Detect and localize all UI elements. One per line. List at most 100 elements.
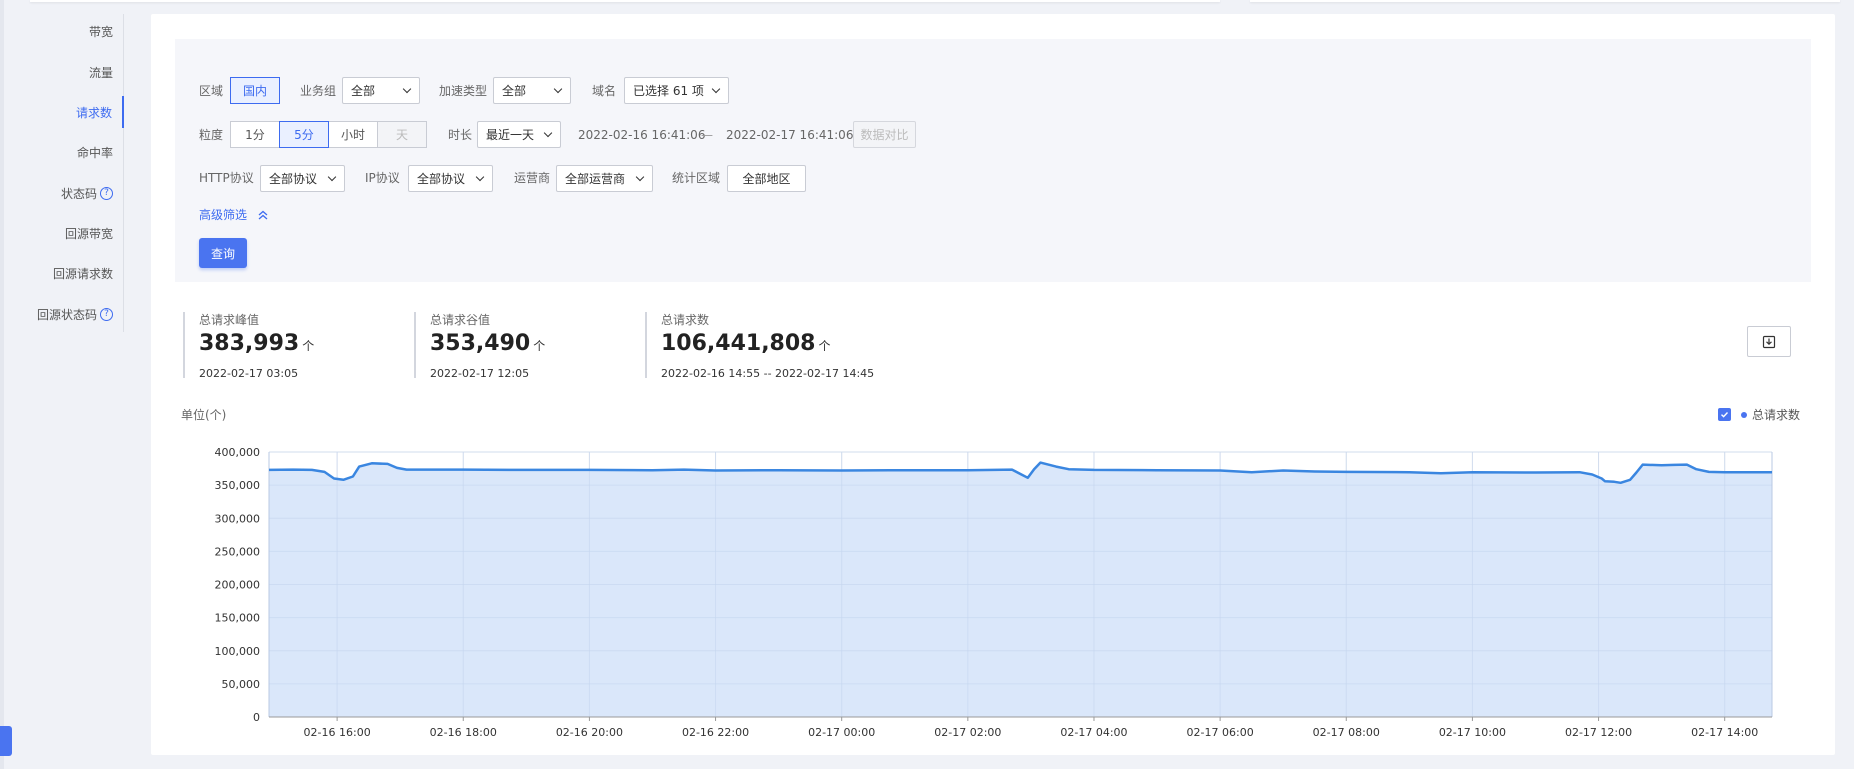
sidebar-item-hit-rate[interactable]: 命中率	[19, 136, 123, 168]
sidebar-item-origin-bandwidth[interactable]: 回源带宽	[19, 217, 123, 249]
stat-unit: 个	[818, 339, 831, 353]
x-tick-label: 02-17 14:00	[1691, 726, 1758, 739]
stat-value: 383,993	[199, 331, 300, 356]
x-tick-label: 02-17 12:00	[1565, 726, 1632, 739]
x-tick-label: 02-16 18:00	[430, 726, 497, 739]
download-icon	[1762, 335, 1776, 348]
help-icon[interactable]: ?	[100, 186, 113, 200]
top-card-edge-right	[1250, 0, 1840, 2]
date-start[interactable]: 2022-02-16 16:41:06	[578, 127, 705, 143]
sidebar-item-requests[interactable]: 请求数	[20, 96, 124, 128]
data-compare-button: 数据对比	[853, 121, 916, 148]
sidebar-item-label: 状态码	[60, 186, 97, 201]
x-tick-label: 02-17 08:00	[1313, 726, 1380, 739]
duration-label: 时长	[448, 128, 473, 142]
query-button[interactable]: 查询	[199, 238, 247, 268]
x-tick-label: 02-16 16:00	[304, 726, 371, 739]
stat-time: 2022-02-16 14:55 -- 2022-02-17 14:45	[661, 367, 875, 380]
stat-total: 总请求数 106,441,808 个 2022-02-16 14:55 -- 20…	[645, 312, 874, 380]
business-group-select[interactable]: 全部	[342, 77, 420, 104]
top-card-edge	[30, 0, 1220, 2]
double-chevron-up-icon	[258, 210, 268, 220]
sidebar-item-label: 回源带宽	[64, 226, 113, 241]
y-tick-label: 250,000	[215, 545, 261, 558]
stat-value-row: 353,490 个	[430, 330, 545, 360]
stat-title: 总请求谷值	[430, 313, 491, 327]
y-tick-label: 100,000	[215, 645, 261, 658]
x-tick-label: 02-16 20:00	[556, 726, 623, 739]
sidebar-item-traffic[interactable]: 流量	[19, 56, 123, 88]
stat-region-label: 统计区域	[672, 171, 721, 185]
granularity-hour[interactable]: 小时	[328, 121, 378, 148]
y-tick-label: 300,000	[215, 512, 261, 525]
ip-protocol-select[interactable]: 全部协议	[408, 165, 493, 192]
page-left-edge	[0, 0, 4, 769]
floating-side-tab[interactable]	[0, 726, 12, 756]
accel-type-select[interactable]: 全部	[493, 77, 571, 104]
sidebar-item-origin-requests[interactable]: 回源请求数	[19, 257, 123, 289]
granularity-5min[interactable]: 5分	[279, 121, 329, 148]
x-tick-label: 02-17 02:00	[934, 726, 1001, 739]
help-icon[interactable]: ?	[100, 307, 113, 321]
business-group-label: 业务组	[300, 84, 337, 98]
stat-value: 353,490	[430, 331, 531, 356]
domain-label: 域名	[592, 84, 617, 98]
granularity-day: 天	[377, 121, 427, 148]
ip-protocol-value: 全部协议	[417, 172, 466, 186]
sidebar-item-status-code[interactable]: 状态码?	[19, 177, 123, 209]
http-protocol-select[interactable]: 全部协议	[260, 165, 345, 192]
x-tick-label: 02-17 06:00	[1187, 726, 1254, 739]
y-tick-label: 200,000	[215, 579, 261, 592]
stat-region-select[interactable]: 全部地区	[727, 165, 806, 192]
sidebar-item-label: 回源状态码	[36, 307, 97, 322]
x-tick-label: 02-16 22:00	[682, 726, 749, 739]
sidebar-item-bandwidth[interactable]: 带宽	[19, 15, 123, 47]
business-group-value: 全部	[351, 84, 376, 98]
accel-type-value: 全部	[502, 84, 527, 98]
sidebar-item-origin-status-code[interactable]: 回源状态码?	[19, 298, 123, 330]
chevron-down-icon	[327, 172, 337, 182]
region-domestic-button[interactable]: 国内	[230, 77, 280, 104]
stat-unit: 个	[302, 339, 315, 353]
series-area-total-requests	[269, 462, 1772, 717]
advanced-filter-label: 高级筛选	[199, 208, 248, 222]
isp-select[interactable]: 全部运营商	[556, 165, 653, 192]
chevron-down-icon	[553, 84, 563, 94]
x-tick-label: 02-17 10:00	[1439, 726, 1506, 739]
chevron-down-icon	[402, 84, 412, 94]
stat-unit: 个	[533, 339, 546, 353]
sidebar-item-label: 带宽	[88, 24, 113, 39]
main-panel: 区域 国内 业务组 全部 加速类型 全部 域名 已选择 61 项 粒度 1分 5…	[151, 14, 1835, 755]
sidebar-item-label: 命中率	[76, 145, 113, 160]
stat-value-row: 106,441,808 个	[661, 330, 874, 360]
y-tick-label: 0	[253, 711, 260, 724]
sidebar-item-label: 请求数	[75, 105, 112, 120]
legend-dot-icon	[1741, 411, 1747, 418]
sidebar-item-label: 流量	[88, 65, 113, 80]
granularity-label: 粒度	[199, 128, 224, 142]
stat-valley: 总请求谷值 353,490 个 2022-02-17 12:05	[414, 312, 545, 380]
download-button[interactable]	[1747, 326, 1791, 357]
advanced-filter-toggle[interactable]: 高级筛选	[199, 207, 269, 223]
sidebar-item-label: 回源请求数	[52, 266, 113, 281]
chevron-down-icon	[711, 84, 721, 94]
stat-time: 2022-02-17 03:05	[199, 367, 299, 380]
x-tick-label: 02-17 00:00	[808, 726, 875, 739]
isp-value: 全部运营商	[565, 172, 626, 186]
duration-value: 最近一天	[486, 128, 535, 142]
domain-value: 已选择 61 项	[633, 84, 704, 98]
accel-type-label: 加速类型	[439, 84, 488, 98]
stat-title: 总请求数	[661, 313, 710, 327]
chevron-down-icon	[475, 172, 485, 182]
http-protocol-value: 全部协议	[269, 172, 318, 186]
duration-select[interactable]: 最近一天	[477, 121, 561, 148]
filter-panel: 区域 国内 业务组 全部 加速类型 全部 域名 已选择 61 项 粒度 1分 5…	[175, 39, 1811, 282]
region-label: 区域	[199, 84, 224, 98]
chevron-down-icon	[543, 128, 553, 138]
isp-label: 运营商	[514, 171, 551, 185]
stat-value: 106,441,808	[661, 331, 816, 356]
date-end[interactable]: 2022-02-17 16:41:06	[726, 127, 853, 143]
y-tick-label: 400,000	[215, 446, 261, 459]
granularity-1min[interactable]: 1分	[230, 121, 280, 148]
domain-select[interactable]: 已选择 61 项	[624, 77, 729, 104]
